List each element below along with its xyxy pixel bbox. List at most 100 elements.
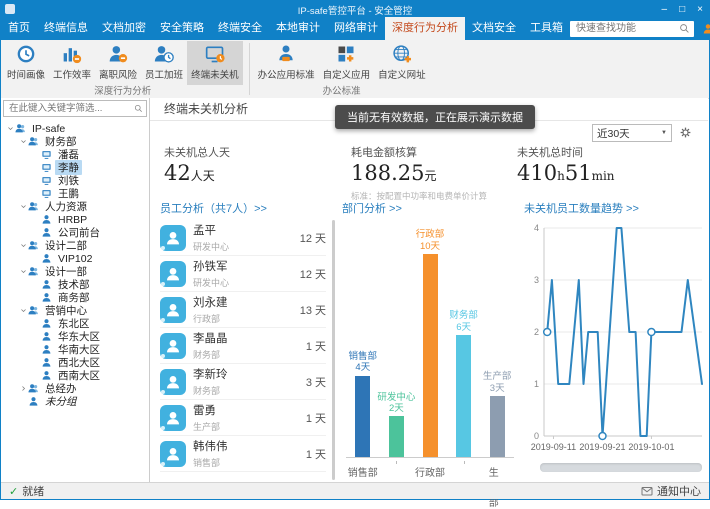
- employee-name: 雷勇: [193, 402, 306, 418]
- clock-icon: [16, 44, 36, 64]
- svg-text:2019-10-01: 2019-10-01: [628, 442, 674, 452]
- menu-tabs: 首页终端信息文档加密安全策略终端安全本地审计网络审计深度行为分析文档安全工具箱: [1, 17, 570, 40]
- bar-axis-tick: [464, 461, 465, 464]
- tree-filter-box[interactable]: [3, 100, 147, 117]
- vertical-scrollbar[interactable]: [332, 220, 335, 480]
- expand-arrow-icon[interactable]: [18, 138, 28, 145]
- avatar-person-icon: [164, 229, 182, 247]
- expand-arrow-icon[interactable]: [18, 242, 28, 249]
- svg-text:2: 2: [534, 327, 539, 337]
- employee-row[interactable]: 刘永建行政部13 天: [160, 292, 326, 328]
- person-icon: [41, 344, 52, 355]
- ribbon-button-label: 自定义网址: [378, 67, 426, 81]
- date-range-select[interactable]: 近30天 ▼: [592, 124, 672, 142]
- expand-arrow-icon[interactable]: [18, 268, 28, 275]
- user-menu[interactable]: VIP102 ▼: [694, 17, 710, 40]
- settings-gear-button[interactable]: [677, 124, 694, 141]
- stat-label: 未关机总时间: [517, 144, 704, 160]
- expand-arrow-icon[interactable]: [18, 307, 28, 314]
- group-icon: [15, 123, 26, 134]
- departments-link[interactable]: 部门分析 >>: [342, 203, 402, 215]
- menu-tab-8[interactable]: 深度行为分析: [385, 17, 465, 40]
- user-minus-icon: [108, 44, 128, 64]
- menu-tab-3[interactable]: 文档加密: [95, 17, 153, 40]
- bar-axis-tick: [396, 461, 397, 464]
- org-tree: IP-safe财务部潘磊李静刘铁王鹏人力资源HRBP公司前台设计二部VIP102…: [1, 119, 149, 408]
- group-icon: [28, 305, 39, 316]
- ribbon-button-chart[interactable]: 工作效率: [49, 41, 95, 85]
- person-icon: [28, 396, 39, 407]
- maximize-button[interactable]: □: [679, 4, 685, 15]
- tree-filter-input[interactable]: [7, 102, 134, 115]
- quick-search-box[interactable]: [570, 21, 694, 37]
- group-icon: [28, 136, 39, 147]
- ribbon-button-globe-plus[interactable]: 自定义网址: [374, 41, 430, 85]
- employee-name: 韩伟伟: [193, 438, 306, 454]
- avatar-person-icon: [164, 445, 182, 463]
- person-icon: [41, 214, 52, 225]
- ribbon-button-squares-plus[interactable]: 自定义应用: [319, 41, 375, 85]
- tree-item[interactable]: 人力资源: [1, 200, 149, 213]
- ribbon-button-label: 时间画像: [7, 67, 45, 81]
- employee-list: 孟平研发中心12 天孙铁军研发中心12 天刘永建行政部13 天李晶晶财务部1 天…: [160, 220, 326, 480]
- menu-tab-10[interactable]: 工具箱: [523, 17, 570, 40]
- expand-arrow-icon[interactable]: [5, 125, 15, 132]
- avatar: [160, 297, 186, 323]
- ribbon-button-user-desk[interactable]: 办公应用标准: [254, 41, 319, 85]
- avatar: [160, 441, 186, 467]
- employee-row[interactable]: 韩伟伟销售部1 天: [160, 436, 326, 472]
- employee-days: 3 天: [306, 374, 326, 390]
- stat-value: 410h51min: [517, 163, 704, 184]
- avatar-person-icon: [164, 373, 182, 391]
- tree-item-label: VIP102: [55, 253, 95, 265]
- expand-arrow-icon[interactable]: [18, 203, 28, 210]
- person-icon: [41, 370, 52, 381]
- status-bar: ✓ 就绪 通知中心: [1, 482, 709, 499]
- tree-item[interactable]: 设计二部: [1, 239, 149, 252]
- employee-row[interactable]: 李晶晶财务部1 天: [160, 328, 326, 364]
- menu-tab-6[interactable]: 本地审计: [269, 17, 327, 40]
- bar-行政部: [423, 254, 438, 457]
- ribbon-button-user-clock[interactable]: 员工加班: [141, 41, 187, 85]
- collapse-arrow-icon[interactable]: [18, 385, 28, 392]
- ribbon-button-label: 工作效率: [53, 67, 91, 81]
- menu-tab-1[interactable]: 首页: [1, 17, 37, 40]
- bar-axis-label: 行政部: [415, 464, 445, 479]
- title-bar: IP-safe管控平台 - 安全管控 – □ ×: [1, 1, 709, 17]
- notification-center[interactable]: 通知中心: [641, 483, 701, 499]
- trend-link[interactable]: 未关机员工数量趋势 >>: [524, 203, 639, 215]
- menu-tab-9[interactable]: 文档安全: [465, 17, 523, 40]
- computer-icon: [41, 188, 52, 199]
- employee-dept: 研发中心: [193, 276, 300, 289]
- search-icon[interactable]: [679, 23, 690, 34]
- close-button[interactable]: ×: [697, 4, 703, 15]
- ribbon-button-user-minus[interactable]: 离职风险: [95, 41, 141, 85]
- main-panel: 终端未关机分析 当前无有效数据，正在展示演示数据 近30天 ▼ 未关机总人天42…: [150, 98, 708, 482]
- globe-plus-icon: [392, 44, 412, 64]
- ribbon-button-clock[interactable]: 时间画像: [3, 41, 49, 85]
- ready-text: 就绪: [22, 483, 44, 499]
- menu-tab-7[interactable]: 网络审计: [327, 17, 385, 40]
- employee-row[interactable]: 孟平研发中心12 天: [160, 220, 326, 256]
- ribbon-button-monitor[interactable]: 终端未关机: [187, 41, 243, 85]
- minimize-button[interactable]: –: [662, 4, 668, 15]
- employee-days: 12 天: [300, 230, 326, 246]
- svg-text:2019-09-21: 2019-09-21: [579, 442, 625, 452]
- employee-row[interactable]: 孙铁军研发中心12 天: [160, 256, 326, 292]
- employee-info: 雷勇生产部: [193, 402, 306, 433]
- employee-row[interactable]: 雷勇生产部1 天: [160, 400, 326, 436]
- group-icon: [28, 266, 39, 277]
- horizontal-scrollbar[interactable]: [540, 463, 702, 472]
- menu-tab-2[interactable]: 终端信息: [37, 17, 95, 40]
- employees-link[interactable]: 员工分析（共7人）>>: [160, 203, 267, 215]
- employee-row[interactable]: 李新玲财务部3 天: [160, 364, 326, 400]
- employee-info: 李新玲财务部: [193, 366, 306, 397]
- menu-tab-4[interactable]: 安全策略: [153, 17, 211, 40]
- employee-dept: 研发中心: [193, 240, 300, 253]
- menu-tab-5[interactable]: 终端安全: [211, 17, 269, 40]
- tree-item[interactable]: 未分组: [1, 395, 149, 408]
- avatar: [160, 261, 186, 287]
- avatar-person-icon: [164, 337, 182, 355]
- quick-search-input[interactable]: [574, 22, 679, 35]
- ribbon-separator: [249, 43, 250, 95]
